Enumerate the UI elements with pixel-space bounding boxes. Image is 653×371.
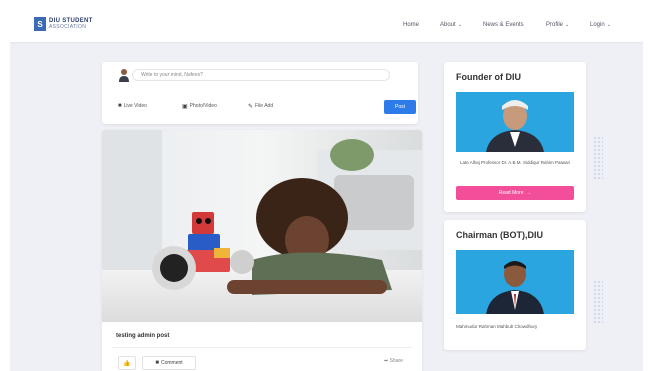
decorative-dots [593, 280, 603, 324]
feed-post: testing admin post 👍 ■ Comment ➦ Share [102, 130, 422, 371]
decorative-dots [593, 136, 603, 180]
post-image[interactable] [102, 130, 422, 322]
chairman-title: Chairman (BOT),DIU [456, 230, 544, 240]
share-button[interactable]: ➦ Share [384, 358, 403, 364]
founder-title: Founder of DIU [456, 72, 521, 82]
nav-login[interactable]: Login ⌄ [590, 22, 611, 28]
founder-card: Founder of DIU Late Alhaj Professor Dr. … [444, 62, 586, 212]
nav-news-events[interactable]: News & Events [483, 22, 524, 28]
post-input[interactable]: Write to your mind, Nafees? [132, 69, 390, 81]
read-more-button[interactable]: Read More → [456, 186, 574, 200]
post-title: testing admin post [116, 333, 170, 339]
thumbs-up-icon: 👍 [123, 360, 131, 367]
browser-viewport: S DIU STUDENT ASSOCIATION Home About ⌄ Ne… [10, 10, 643, 371]
photo-icon: ▣ [182, 103, 188, 110]
chairman-card: Chairman (BOT),DIU Mahmudur Rahman Mahbu… [444, 220, 586, 350]
file-add-button[interactable]: ✎ File Add [248, 100, 273, 112]
logo-tagline: ASSOCIATION [49, 24, 87, 30]
comment-icon: ■ [155, 360, 159, 366]
logo-mark: S [34, 17, 46, 31]
chairman-photo [456, 250, 574, 314]
chevron-down-icon: ⌄ [606, 22, 611, 28]
nav-profile[interactable]: Profile ⌄ [546, 22, 569, 28]
site-logo[interactable]: S DIU STUDENT ASSOCIATION [34, 17, 93, 31]
attach-icon: ✎ [248, 103, 254, 110]
post-button[interactable]: Post [384, 100, 416, 114]
live-video-button[interactable]: ■ Live Video [118, 100, 147, 112]
founder-caption: Late Alhaj Professor Dr. A.B.M. Siddiqur… [459, 160, 571, 165]
video-icon: ■ [118, 103, 122, 109]
chairman-caption: Mahmudur Rahman Mahbub Chowdhury [456, 324, 538, 329]
top-navbar: S DIU STUDENT ASSOCIATION Home About ⌄ Ne… [10, 10, 643, 42]
chevron-down-icon: ⌄ [565, 22, 570, 28]
comment-button[interactable]: ■ Comment [142, 356, 196, 370]
founder-photo [456, 92, 574, 152]
photo-video-button[interactable]: ▣ Photo/Video [182, 100, 217, 112]
like-button[interactable]: 👍 [118, 356, 136, 370]
user-avatar [118, 68, 130, 82]
arrow-right-icon: → [523, 190, 532, 196]
nav-about[interactable]: About ⌄ [440, 22, 462, 28]
chevron-down-icon: ⌄ [457, 22, 462, 28]
divider [112, 347, 412, 348]
post-composer: Write to your mind, Nafees? ■ Live Video … [102, 62, 418, 124]
nav-home[interactable]: Home [403, 22, 419, 28]
